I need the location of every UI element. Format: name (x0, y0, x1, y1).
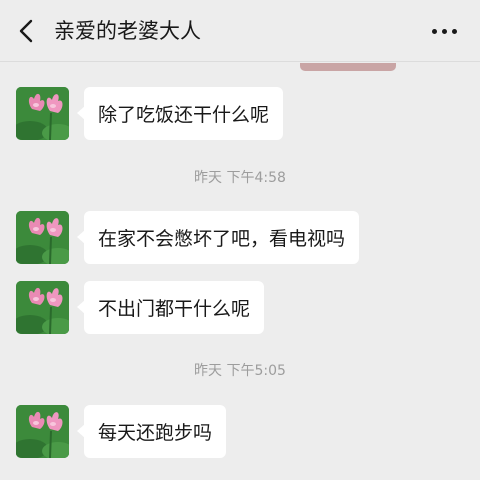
timestamp: 昨天 下午4:58 (194, 170, 286, 186)
contact-avatar[interactable] (16, 87, 69, 140)
contact-avatar[interactable] (16, 211, 69, 264)
message-bubble[interactable]: 每天还跑步吗 (76, 405, 227, 458)
chevron-left-icon[interactable] (16, 18, 40, 44)
message-bubble[interactable]: 不出门都干什么呢 (76, 281, 265, 334)
contact-avatar[interactable] (16, 281, 69, 334)
message-bubble[interactable]: 在家不会憋坏了吧，看电视吗 (76, 211, 360, 264)
message-bubble[interactable]: 除了吃饭还干什么呢 (76, 87, 284, 140)
chat-header: 亲爱的老婆大人 (0, 0, 480, 62)
chat-title: 亲爱的老婆大人 (54, 19, 201, 43)
timestamp: 昨天 下午5:05 (194, 363, 286, 379)
more-dots-icon[interactable] (432, 29, 458, 35)
contact-avatar[interactable] (16, 405, 69, 458)
sent-message-bubble-partial[interactable] (300, 63, 396, 71)
